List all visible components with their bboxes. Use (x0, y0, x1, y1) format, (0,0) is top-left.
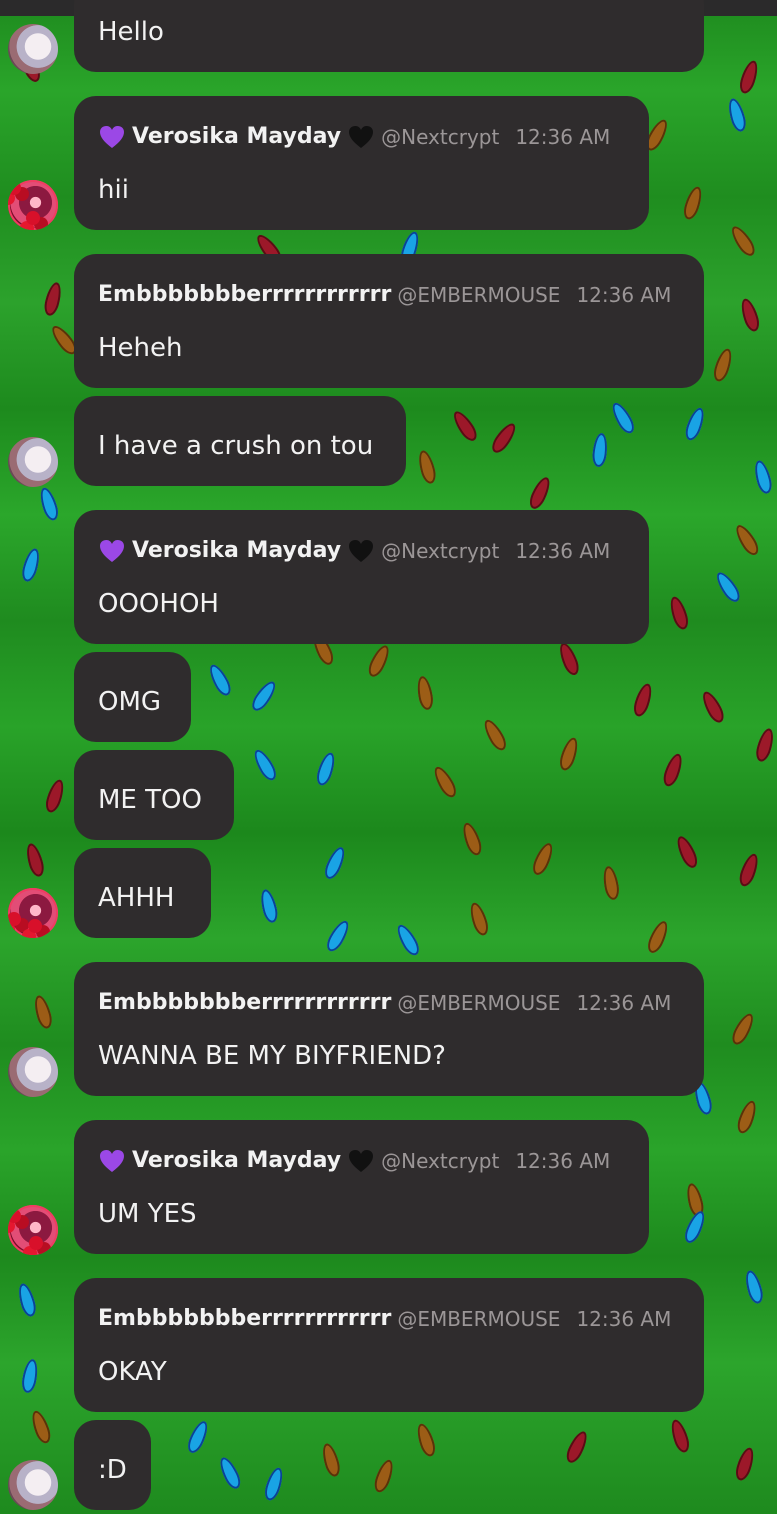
message-body: AHHH (98, 883, 175, 913)
rose-decoration (26, 211, 40, 225)
message-body: :D (98, 1455, 127, 1485)
avatar[interactable] (8, 888, 58, 938)
black-heart-icon (349, 126, 374, 148)
message-bubble-m2[interactable]: Verosika Mayday @Nextcrypt 12:36 AM hii (74, 96, 649, 230)
avatar[interactable] (8, 180, 58, 230)
message-body: hii (98, 175, 129, 205)
message-body: ME TOO (98, 785, 202, 815)
message-body: OMG (98, 687, 162, 717)
black-heart-icon (349, 1150, 374, 1172)
rose-decoration (28, 919, 42, 933)
purple-heart-icon (100, 1150, 124, 1172)
message-body: Heheh (98, 333, 183, 363)
timestamp: 12:36 AM (515, 1149, 611, 1173)
avatar[interactable] (8, 1205, 58, 1255)
sender-handle[interactable]: @EMBERMOUSE (397, 989, 560, 1017)
message-bubble-m1[interactable]: Hello (74, 0, 704, 72)
sender-name[interactable]: Embbbbbbberrrrrrrrrrrr (98, 989, 391, 1017)
sender-handle[interactable]: @Nextcrypt (381, 1147, 499, 1175)
message-header: Embbbbbbberrrrrrrrrrrr @EMBERMOUSE 12:36… (98, 281, 671, 309)
timestamp: 12:36 AM (515, 125, 611, 149)
sender-handle[interactable]: @Nextcrypt (381, 537, 499, 565)
message-bubble-m7[interactable]: ME TOO (74, 750, 234, 840)
message-header: Embbbbbbberrrrrrrrrrrr @EMBERMOUSE 12:36… (98, 1305, 671, 1333)
rose-decoration (29, 1236, 43, 1250)
message-header: Embbbbbbberrrrrrrrrrrr @EMBERMOUSE 12:36… (98, 989, 671, 1017)
rose-decoration (8, 912, 21, 926)
message-body: OKAY (98, 1357, 167, 1387)
message-bubble-m4[interactable]: I have a crush on tou (74, 396, 406, 486)
rose-decoration (8, 181, 21, 195)
message-header: Verosika Mayday @Nextcrypt 12:36 AM (98, 123, 610, 151)
message-bubble-m9[interactable]: Embbbbbbberrrrrrrrrrrr @EMBERMOUSE 12:36… (74, 962, 704, 1096)
message-bubble-m8[interactable]: AHHH (74, 848, 211, 938)
message-bubble-m10[interactable]: Verosika Mayday @Nextcrypt 12:36 AM UM Y… (74, 1120, 649, 1254)
timestamp: 12:36 AM (515, 539, 611, 563)
sender-name[interactable]: Embbbbbbberrrrrrrrrrrr (98, 281, 391, 309)
message-bubble-m6[interactable]: OMG (74, 652, 191, 742)
sender-handle[interactable]: @EMBERMOUSE (397, 1305, 560, 1333)
black-heart-icon (349, 540, 374, 562)
message-bubble-m11[interactable]: Embbbbbbberrrrrrrrrrrr @EMBERMOUSE 12:36… (74, 1278, 704, 1412)
avatar[interactable] (8, 1047, 58, 1097)
sender-name[interactable]: Verosika Mayday (132, 123, 341, 151)
timestamp: 12:36 AM (576, 1307, 672, 1331)
rose-decoration (8, 1209, 21, 1223)
message-bubble-m5[interactable]: Verosika Mayday @Nextcrypt 12:36 AM OOOH… (74, 510, 649, 644)
purple-heart-icon (100, 126, 124, 148)
chat-thread: Hello Verosika Mayday @Nextcrypt 12:36 A… (0, 0, 777, 1514)
timestamp: 12:36 AM (576, 283, 672, 307)
message-bubble-m12[interactable]: :D (74, 1420, 151, 1510)
message-header: Verosika Mayday @Nextcrypt 12:36 AM (98, 537, 610, 565)
sender-name[interactable]: Embbbbbbberrrrrrrrrrrr (98, 1305, 391, 1333)
sender-handle[interactable]: @Nextcrypt (381, 123, 499, 151)
message-body: OOOHOH (98, 589, 219, 619)
sender-name[interactable]: Verosika Mayday (132, 537, 341, 565)
message-header: Verosika Mayday @Nextcrypt 12:36 AM (98, 1147, 610, 1175)
message-body: Hello (98, 17, 164, 47)
avatar[interactable] (8, 24, 58, 74)
sender-name[interactable]: Verosika Mayday (132, 1147, 341, 1175)
message-bubble-m3[interactable]: Embbbbbbberrrrrrrrrrrr @EMBERMOUSE 12:36… (74, 254, 704, 388)
avatar[interactable] (8, 437, 58, 487)
timestamp: 12:36 AM (576, 991, 672, 1015)
message-body: UM YES (98, 1199, 197, 1229)
message-body: WANNA BE MY BIYFRIEND? (98, 1041, 446, 1071)
avatar[interactable] (8, 1460, 58, 1510)
sender-handle[interactable]: @EMBERMOUSE (397, 281, 560, 309)
message-body: I have a crush on tou (98, 431, 374, 461)
purple-heart-icon (100, 540, 124, 562)
